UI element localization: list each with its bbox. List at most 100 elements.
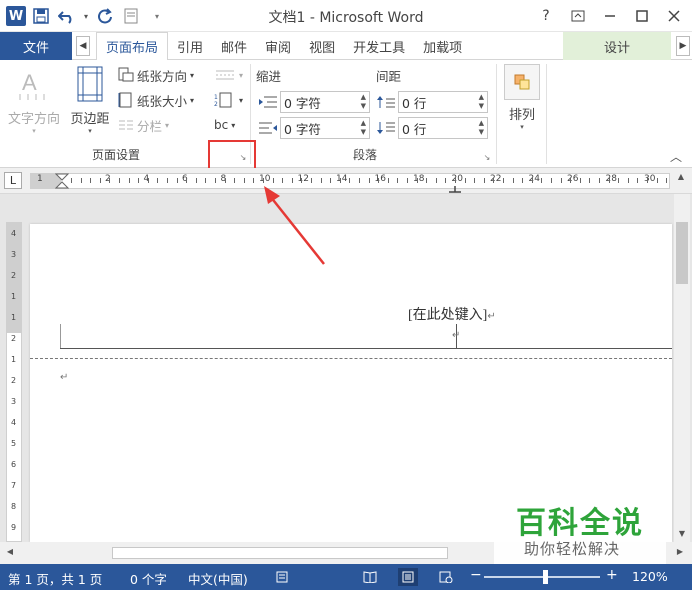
orientation-label: 纸张方向	[137, 68, 188, 84]
zoom-slider[interactable]	[484, 576, 600, 578]
tab-mailings[interactable]: 邮件	[212, 32, 256, 60]
spin-arrows-icon[interactable]: ▲ ▼	[479, 119, 484, 137]
scroll-left-icon[interactable]: ◀	[2, 547, 18, 556]
spin-arrows-icon[interactable]: ▲ ▼	[361, 93, 366, 111]
header-placeholder[interactable]: [在此处键入]↵	[408, 304, 496, 324]
zoom-slider-thumb[interactable]	[543, 570, 548, 584]
page-count[interactable]: 第 1 页，共 1 页	[8, 569, 102, 588]
vertical-scrollbar-thumb[interactable]	[676, 222, 688, 284]
tab-references[interactable]: 引用	[168, 32, 212, 60]
ruler-tick	[205, 178, 206, 183]
header-border-line	[60, 348, 672, 349]
minimize-icon[interactable]	[596, 4, 624, 28]
indent-right-input[interactable]: 0 字符 ▲ ▼	[280, 117, 370, 139]
ruler-tick	[455, 178, 456, 183]
columns-button[interactable]: 分栏 ▾	[118, 114, 169, 136]
ruler-tick	[589, 178, 590, 183]
svg-text:A: A	[22, 70, 37, 95]
undo-icon[interactable]	[56, 5, 78, 27]
columns-icon	[119, 120, 133, 130]
language-indicator[interactable]: 中文(中国)	[188, 569, 248, 588]
first-line-indent-icon[interactable]	[55, 173, 69, 189]
vertical-ruler-tick-label: 1	[11, 292, 17, 301]
paragraph-dialog-launcher-icon[interactable]: ↘	[482, 152, 492, 162]
scroll-right-icon[interactable]: ▶	[672, 547, 688, 556]
ribbon-display-options-icon[interactable]	[564, 4, 592, 28]
scroll-down-icon[interactable]: ▼	[674, 529, 690, 538]
margins-label: 页边距	[70, 112, 110, 127]
ruler-tick	[474, 178, 475, 183]
tab-developer[interactable]: 开发工具	[344, 32, 414, 60]
watermark: 百科全说 助你轻松解决	[494, 494, 666, 564]
scroll-up-icon[interactable]: ▲	[674, 172, 688, 190]
print-layout-icon[interactable]	[398, 568, 418, 586]
ruler-tick	[522, 178, 523, 183]
tab-review[interactable]: 审阅	[256, 32, 300, 60]
vertical-ruler-tick-label: 4	[11, 418, 17, 427]
vertical-ruler-tick-label: 9	[11, 523, 17, 532]
zoom-in-button[interactable]: +	[606, 567, 618, 583]
ruler-tick	[330, 178, 331, 183]
tab-file[interactable]: 文件	[0, 32, 72, 60]
header-placeholder-text: [在此处键入]	[408, 308, 488, 323]
hyphenation-label: bc	[214, 118, 229, 132]
ruler-tick	[349, 178, 350, 183]
word-app-icon[interactable]: W	[6, 6, 26, 26]
indent-left-input[interactable]: 0 字符 ▲ ▼	[280, 91, 370, 113]
ruler-tick	[157, 178, 158, 183]
ruler-tick	[215, 178, 216, 183]
chevron-down-icon: ▾	[88, 127, 92, 135]
chevron-down-icon[interactable]: ▾	[82, 5, 90, 27]
print-preview-icon[interactable]	[120, 5, 142, 27]
tab-add-ins[interactable]: 加载项	[414, 32, 471, 60]
redo-icon[interactable]	[94, 5, 116, 27]
zoom-level[interactable]: 120%	[632, 569, 668, 584]
center-tab-icon[interactable]	[448, 186, 462, 194]
vertical-ruler[interactable]: 4 3 2 1 1 2 1 2 3 4 5 6 7 8 9	[6, 222, 22, 542]
ruler-tick	[138, 178, 139, 183]
line-numbers-button[interactable]: 12 ▾	[214, 89, 243, 111]
ruler-tick	[561, 178, 562, 183]
horizontal-scrollbar-thumb[interactable]	[112, 547, 448, 559]
horizontal-ruler[interactable]: 1 2 4 6 8 10 12 14 16 18 20 22 24 26 28 30	[30, 173, 670, 189]
spacing-after-control: 0 行 ▲ ▼	[376, 117, 488, 139]
save-icon[interactable]	[30, 5, 52, 27]
read-mode-icon[interactable]	[360, 568, 380, 586]
close-icon[interactable]	[660, 4, 688, 28]
macro-record-icon[interactable]	[272, 568, 292, 586]
spin-arrows-icon[interactable]: ▲ ▼	[361, 119, 366, 137]
tab-design[interactable]: 设计	[563, 32, 671, 60]
margins-button[interactable]: 页边距 ▾	[66, 64, 114, 135]
columns-label: 分栏	[137, 118, 163, 134]
tab-page-layout[interactable]: 页面布局	[96, 32, 169, 61]
word-count[interactable]: 0 个字	[130, 569, 167, 588]
vertical-scrollbar[interactable]: ▼	[674, 194, 690, 542]
tab-selector[interactable]: L	[4, 172, 22, 189]
title-bar: W ▾ ▾ 文档1 - Microsoft Word ?	[0, 0, 692, 32]
tab-scroll-right-icon[interactable]: ▶	[676, 36, 690, 56]
spacing-before-input[interactable]: 0 行 ▲ ▼	[398, 91, 488, 113]
spin-arrows-icon[interactable]: ▲ ▼	[479, 93, 484, 111]
ruler-tick	[513, 178, 514, 183]
size-button[interactable]: 纸张大小 ▾	[118, 89, 194, 111]
tab-view[interactable]: 视图	[300, 32, 344, 60]
help-button[interactable]: ?	[532, 4, 560, 28]
breaks-button[interactable]: ▾	[214, 64, 243, 86]
spacing-after-input[interactable]: 0 行 ▲ ▼	[398, 117, 488, 139]
hyphenation-button[interactable]: bc ▾	[214, 114, 235, 136]
customize-qat-icon[interactable]: ▾	[146, 5, 168, 27]
paper-size-icon	[118, 92, 132, 108]
indent-left-icon	[259, 96, 277, 108]
orientation-button[interactable]: 纸张方向 ▾	[118, 64, 194, 86]
tab-scroll-left-icon[interactable]: ◀	[76, 36, 90, 56]
arrange-button[interactable]: 排列 ▾	[502, 64, 542, 131]
chevron-down-icon: ▾	[231, 120, 236, 130]
maximize-icon[interactable]	[628, 4, 656, 28]
collapse-ribbon-icon[interactable]: ︿	[670, 148, 682, 165]
zoom-out-button[interactable]: −	[470, 567, 482, 583]
web-layout-icon[interactable]	[436, 568, 456, 586]
ruler-tick	[465, 178, 466, 183]
text-direction-button[interactable]: A 文字方向 ▾	[6, 64, 62, 135]
ruler-tick	[417, 178, 418, 183]
ruler-tick	[167, 178, 168, 183]
